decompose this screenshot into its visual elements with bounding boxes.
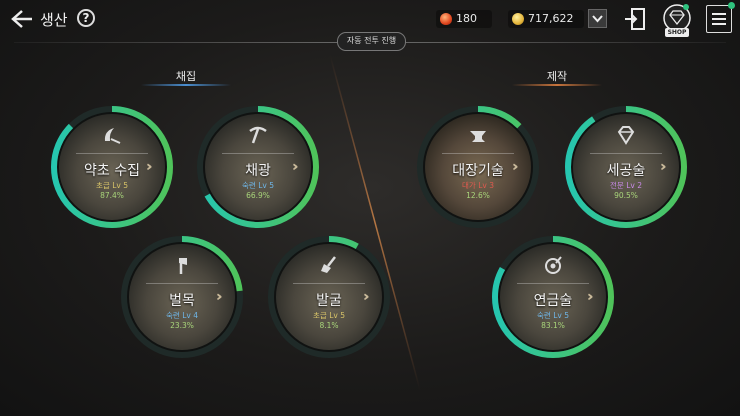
chevron-right-icon: ›› [146,159,151,175]
skill-percent: 66.9% [246,191,270,200]
skill-name: 대장기술 [452,163,504,179]
gold-coin-icon [512,13,524,25]
skill-digging[interactable]: 발굴 초급 Lv 5 8.1% ›› [265,233,393,361]
skill-name: 벌목 [169,293,195,309]
chevron-right-icon: ›› [512,159,517,175]
skill-herb-gathering[interactable]: 약초 수집 초급 Lv 5 87.4% ›› [48,103,176,231]
section-title-craft: 제작 [546,70,568,83]
shop-label: SHOP [665,28,689,37]
separator [222,153,294,154]
shovel-icon [321,256,336,273]
auto-battle-button[interactable]: 자동 전투 진행 [337,32,406,51]
chevron-right-icon: ›› [660,159,665,175]
skill-level: 초급 Lv 5 [96,181,128,190]
skill-level: 전문 Lv 2 [610,181,642,190]
menu-list-icon[interactable] [706,2,735,33]
shop-button[interactable]: SHOP [661,3,693,37]
separator [146,283,218,284]
skill-percent: 83.1% [541,321,565,330]
section-underline-craft [512,84,602,86]
gold-value: 717,622 [528,12,574,25]
skill-percent: 87.4% [100,191,124,200]
skill-name: 약초 수집 [84,163,140,179]
skill-percent: 90.5% [614,191,638,200]
gold-resource: 717,622 [508,10,584,28]
separator [76,153,148,154]
skill-name: 채광 [245,163,271,179]
skill-percent: 8.1% [319,321,339,330]
skill-level: 숙련 Lv 5 [242,181,274,190]
skill-smithing[interactable]: 대장기술 대가 Lv 3 12.6% ›› [414,103,542,231]
chevron-right-icon: ›› [292,159,297,175]
axe-icon [179,258,187,274]
skill-level: 숙련 Lv 4 [166,311,198,320]
skill-mining[interactable]: 채광 숙련 Lv 5 66.9% ›› [194,103,322,231]
skill-jewelcrafting[interactable]: 세공술 전문 Lv 2 90.5% ›› [562,103,690,231]
skill-name: 연금술 [533,293,573,309]
resource-dropdown-button[interactable] [588,9,607,28]
separator [293,283,365,284]
skill-level: 대가 Lv 3 [462,181,494,190]
herb-sickle-icon [104,128,121,144]
fire-gem-icon [440,13,452,25]
skill-level: 초급 Lv 5 [313,311,345,320]
skill-logging[interactable]: 벌목 숙련 Lv 4 23.3% ›› [118,233,246,361]
exit-door-icon[interactable] [624,7,646,31]
skill-name: 세공술 [606,163,646,179]
skill-percent: 12.6% [466,191,490,200]
back-arrow-icon[interactable] [10,8,34,30]
skill-level: 숙련 Lv 5 [537,311,569,320]
fire-value: 180 [456,12,477,25]
page-title: 생산 [40,11,68,29]
help-icon[interactable]: ? [77,9,95,27]
alchemy-target-icon [545,256,562,274]
separator [590,153,662,154]
anvil-icon [470,131,486,142]
chevron-right-icon: ›› [363,289,368,305]
pickaxe-icon [249,126,267,144]
skill-percent: 23.3% [170,321,194,330]
section-underline-gather [141,84,231,86]
skill-alchemy[interactable]: 연금술 숙련 Lv 5 83.1% ›› [489,233,617,361]
separator [442,153,514,154]
skill-name: 발굴 [316,293,342,309]
diamond-icon [617,126,635,145]
fire-resource: 180 [436,10,492,28]
chevron-right-icon: ›› [216,289,221,305]
chevron-right-icon: ›› [587,289,592,305]
chevron-down-icon [592,15,603,23]
section-title-gather: 채집 [175,70,197,83]
notification-dot [728,2,735,9]
separator [517,283,589,284]
